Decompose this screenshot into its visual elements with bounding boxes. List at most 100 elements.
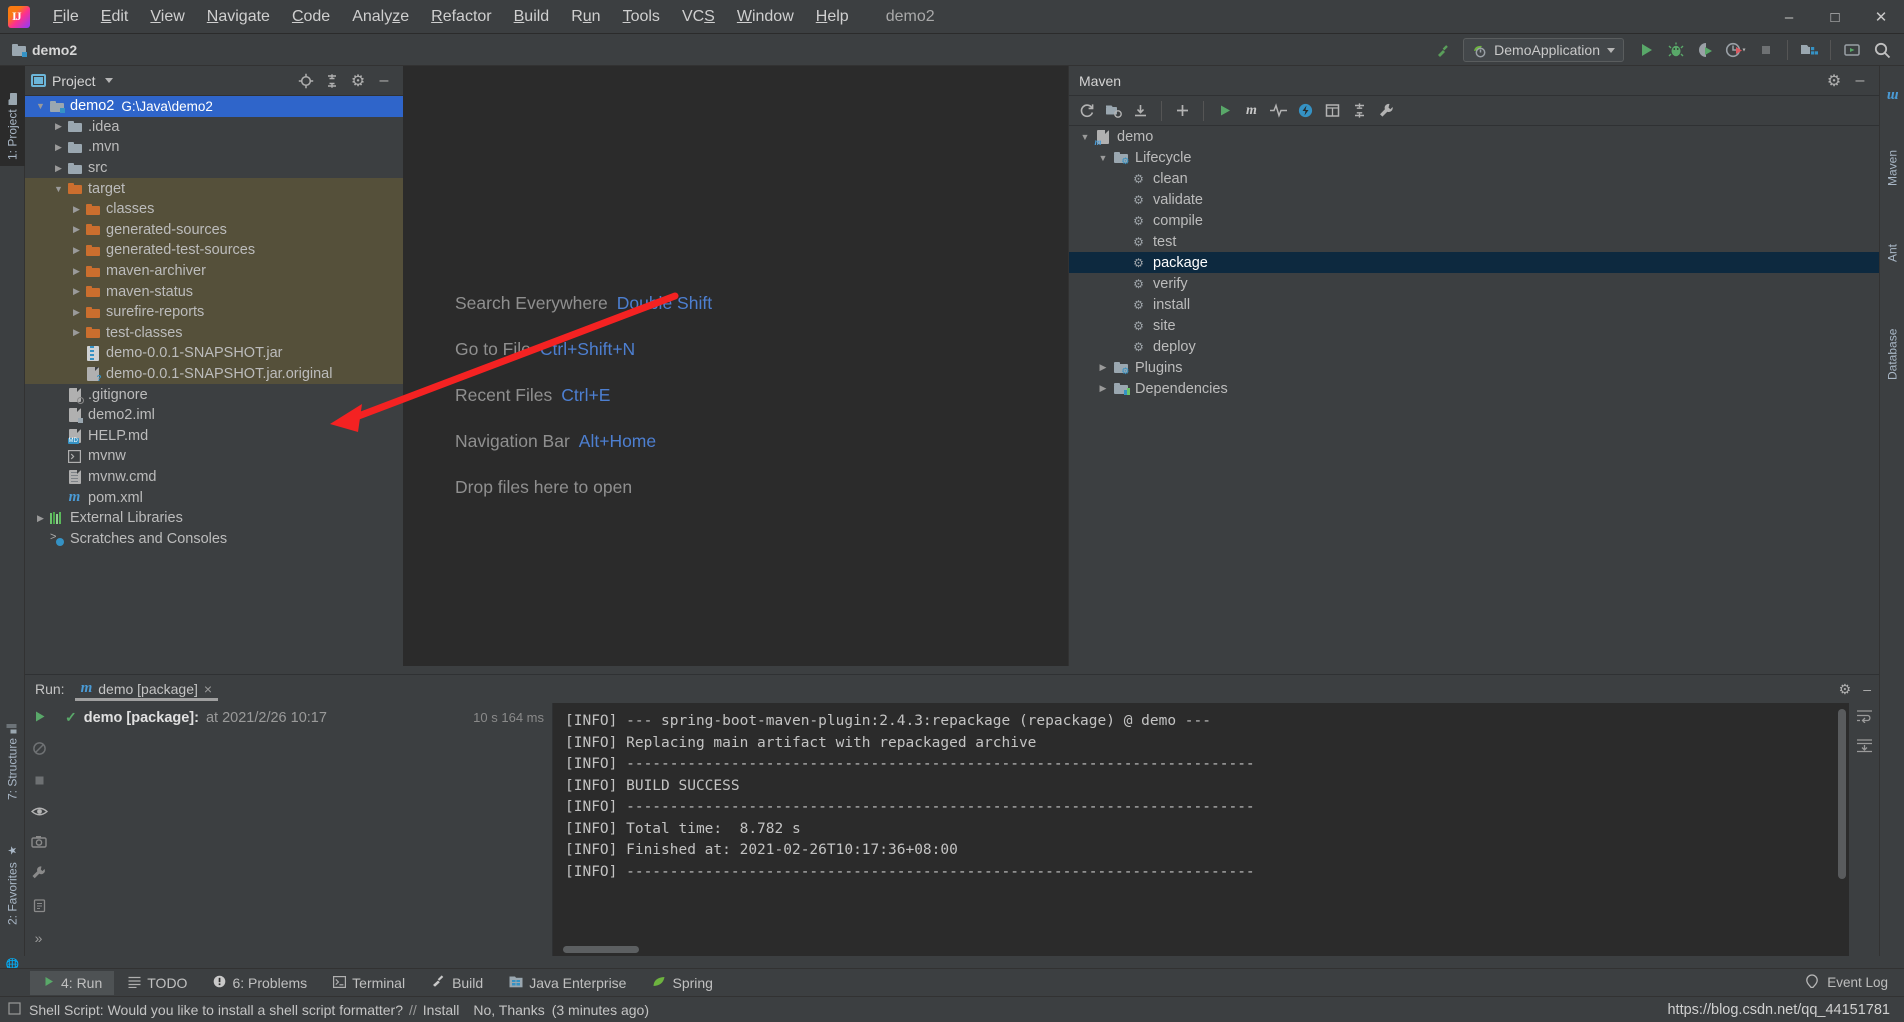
run-with-coverage-icon[interactable] [1692, 37, 1720, 63]
bottom-tab-6-problems[interactable]: 6: Problems [201, 971, 319, 995]
rerun-failed-tests-icon[interactable] [32, 741, 47, 759]
profiler-icon[interactable] [1722, 37, 1750, 63]
maven-m-icon[interactable]: m [1240, 99, 1263, 122]
project-tree-row[interactable]: demo2.iml [25, 405, 403, 426]
chevron-right-icon[interactable]: ▶ [1095, 383, 1111, 394]
debug-icon[interactable] [1662, 37, 1690, 63]
settings-icon[interactable] [31, 865, 47, 884]
project-tree-row[interactable]: mvnw.cmd [25, 467, 403, 488]
rerun-icon[interactable] [32, 709, 47, 727]
maven-tree-row[interactable]: ⚙ deploy [1069, 336, 1879, 357]
menu-code[interactable]: Code [281, 5, 341, 29]
bottom-tab-todo[interactable]: TODO [116, 971, 199, 995]
chevron-right-icon[interactable]: ▶ [69, 266, 84, 277]
maven-tree-row[interactable]: ⚙ validate [1069, 189, 1879, 210]
menu-tools[interactable]: Tools [612, 5, 671, 29]
chevron-down-icon[interactable]: ▼ [1095, 153, 1111, 163]
run-tab-demo-package[interactable]: m demo [package] × [74, 677, 219, 701]
maven-tree-row[interactable]: ⚙ package [1069, 252, 1879, 273]
sidebar-item-project[interactable]: 1: Project [0, 66, 25, 166]
gear-icon[interactable]: ⚙ [1825, 72, 1843, 90]
bottom-tab-4-run[interactable]: 4: Run [30, 970, 115, 995]
project-tree-row[interactable]: m pom.xml [25, 487, 403, 508]
camera-icon[interactable] [31, 835, 47, 851]
maven-tree-row[interactable]: ⚙ compile [1069, 210, 1879, 231]
gear-icon[interactable]: ⚙ [349, 72, 367, 90]
sidebar-item-database[interactable]: Database [1880, 276, 1904, 386]
reload-icon[interactable] [1075, 99, 1098, 122]
close-window-button[interactable]: ✕ [1858, 0, 1904, 34]
maximize-window-button[interactable]: □ [1812, 0, 1858, 34]
sidebar-item-ant[interactable]: Ant [1880, 206, 1904, 268]
menu-edit[interactable]: Edit [90, 5, 140, 29]
minimize-icon[interactable]: – [375, 72, 393, 90]
project-tree-row[interactable]: ▶ .mvn [25, 137, 403, 158]
maven-tree-row[interactable]: ▶ Dependencies [1069, 378, 1879, 399]
chevron-right-icon[interactable]: ▶ [51, 163, 66, 174]
run-result-row[interactable]: ✓ demo [package]: at 2021/2/26 10:17 10 … [53, 707, 552, 728]
project-tree-row[interactable]: ▶ src [25, 158, 403, 179]
project-tree-row[interactable]: MD HELP.md [25, 426, 403, 447]
execute-goal-icon[interactable] [1294, 99, 1317, 122]
more-icon[interactable]: » [35, 930, 44, 946]
minimize-icon[interactable]: – [1851, 72, 1869, 90]
menu-navigate[interactable]: Navigate [196, 5, 281, 29]
scrollbar-thumb[interactable] [1838, 709, 1846, 879]
maven-tree-row[interactable]: ⚙ install [1069, 294, 1879, 315]
project-tree-row[interactable]: ▶ generated-sources [25, 219, 403, 241]
project-tree-row[interactable]: mvnw [25, 446, 403, 467]
maven-tree-row[interactable]: ⚙ verify [1069, 273, 1879, 294]
show-dependencies-icon[interactable] [1321, 99, 1344, 122]
sidebar-item-maven-short[interactable]: m [1880, 68, 1904, 110]
chevron-right-icon[interactable]: ▶ [69, 327, 84, 338]
console-output[interactable]: [INFO] --- spring-boot-maven-plugin:2.4.… [553, 703, 1849, 956]
project-tree-row[interactable]: ▼ demo2 G:\Java\demo2 [25, 96, 403, 117]
gear-icon[interactable]: ⚙ [1839, 681, 1852, 698]
status-dismiss-link[interactable]: No, Thanks [473, 1002, 544, 1018]
run-icon[interactable] [1213, 99, 1236, 122]
run-configuration-selector[interactable]: DemoApplication [1463, 38, 1624, 62]
menu-file[interactable]: File [42, 5, 90, 29]
project-tree-row[interactable]: ▶ maven-status [25, 281, 403, 302]
sidebar-item-structure[interactable]: 7: Structure [0, 686, 25, 806]
sidebar-item-maven[interactable]: Maven [1880, 112, 1904, 192]
add-maven-projects-icon[interactable] [1102, 99, 1125, 122]
search-everywhere-icon[interactable] [1868, 37, 1896, 63]
event-log-area[interactable]: Event Log [1805, 973, 1904, 992]
bottom-tab-java-enterprise[interactable]: Java Enterprise [497, 971, 638, 995]
project-tree-row[interactable]: ▶ classes [25, 198, 403, 220]
bottom-tab-spring[interactable]: Spring [640, 971, 724, 995]
status-install-link[interactable]: Install [423, 1002, 460, 1018]
download-sources-icon[interactable] [1129, 99, 1152, 122]
run-icon[interactable] [1632, 37, 1660, 63]
build-hammer-icon[interactable] [1429, 37, 1457, 63]
locate-icon[interactable] [297, 72, 315, 90]
menu-view[interactable]: View [139, 5, 195, 29]
stop-icon[interactable] [32, 773, 47, 791]
sidebar-item-favorites[interactable]: 2: Favorites ★ [0, 811, 25, 931]
maven-tree-row[interactable]: ⚙ site [1069, 315, 1879, 336]
maven-tree-row[interactable]: ⚙ test [1069, 231, 1879, 252]
settings-wrench-icon[interactable] [1375, 99, 1398, 122]
soft-wrap-icon[interactable] [1856, 709, 1873, 726]
project-structure-icon[interactable] [1795, 37, 1823, 63]
project-tree-row[interactable]: demo-0.0.1-SNAPSHOT.jar [25, 343, 403, 364]
chevron-down-icon[interactable] [104, 78, 113, 83]
chevron-down-icon[interactable] [1607, 47, 1615, 53]
project-tree-row[interactable]: ▶ generated-test-sources [25, 240, 403, 261]
maven-tree-row[interactable]: ▼ ⚙ Lifecycle [1069, 147, 1879, 168]
project-tree-row[interactable]: ▶ maven-archiver [25, 260, 403, 282]
chevron-right-icon[interactable]: ▶ [33, 513, 48, 524]
collapse-all-icon[interactable] [1348, 99, 1371, 122]
console-vertical-scrollbar[interactable] [1836, 703, 1847, 956]
menu-help[interactable]: Help [805, 5, 860, 29]
project-tree-row[interactable]: Scratches and Consoles [25, 528, 403, 549]
console-horizontal-scrollbar[interactable] [563, 946, 639, 953]
menu-vcs[interactable]: VCS [671, 5, 726, 29]
menu-run[interactable]: Run [560, 5, 611, 29]
minimize-icon[interactable]: – [1863, 681, 1871, 697]
chevron-right-icon[interactable]: ▶ [69, 245, 84, 256]
project-tree-row[interactable]: ▶ test-classes [25, 322, 403, 344]
minimize-window-button[interactable]: – [1766, 0, 1812, 34]
chevron-right-icon[interactable]: ▶ [69, 286, 84, 297]
